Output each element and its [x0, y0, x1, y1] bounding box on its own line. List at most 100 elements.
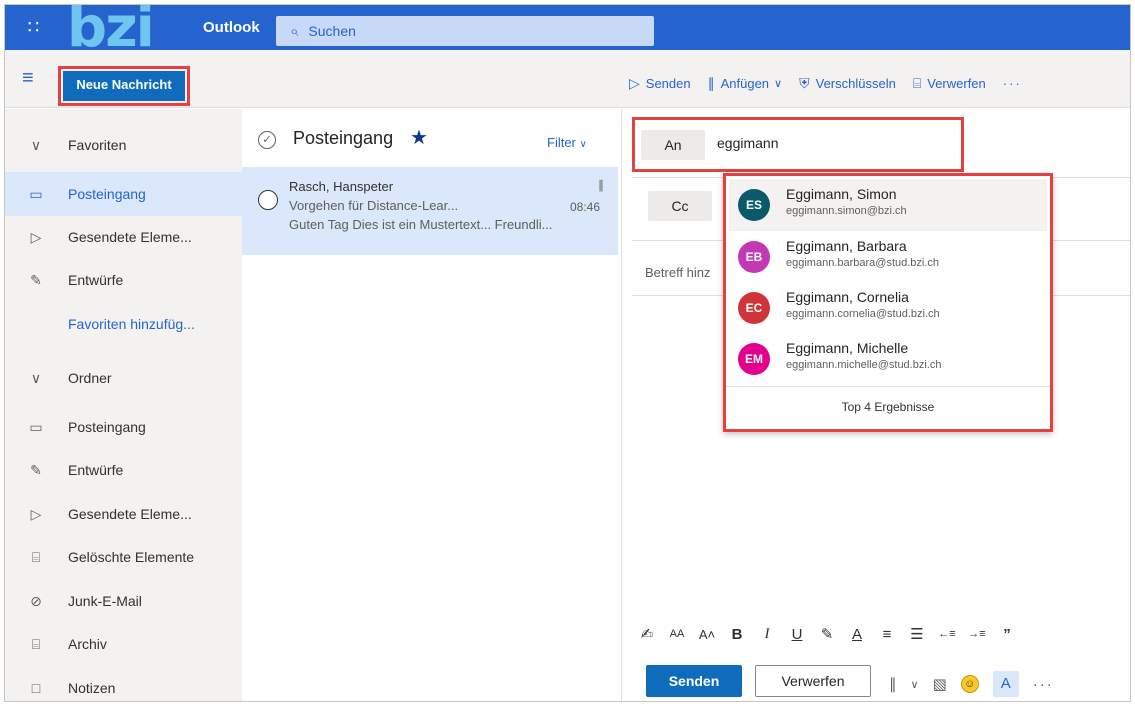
search-box[interactable]: ⌕ Suchen: [276, 16, 654, 46]
filter-button[interactable]: Filter ∨: [547, 135, 587, 150]
send-button[interactable]: Senden: [646, 665, 742, 697]
hamburger-menu-icon[interactable]: ≡: [22, 67, 34, 90]
highlight-icon[interactable]: ✎: [815, 625, 839, 643]
suggestion-name: Eggimann, Michelle: [786, 340, 909, 356]
picture-icon[interactable]: ▧: [933, 675, 947, 693]
send-icon: ▷: [30, 505, 42, 522]
new-message-button[interactable]: Neue Nachricht: [63, 71, 185, 101]
sidebar-item-inbox-favorite[interactable]: ▭ Posteingang: [5, 172, 242, 216]
sidebar-item-label: Gesendete Eleme...: [68, 229, 192, 245]
sidebar-item-label: Notizen: [68, 680, 116, 696]
bold-icon[interactable]: B: [725, 626, 749, 643]
folder-title: Posteingang: [293, 128, 394, 148]
sidebar-item-archive[interactable]: ⌸ Archiv: [5, 622, 242, 666]
select-all-check-icon[interactable]: ✓: [258, 131, 276, 149]
emoji-icon[interactable]: ☺: [960, 675, 979, 693]
app-name[interactable]: Outlook: [203, 5, 260, 50]
decrease-indent-icon[interactable]: ←≡: [935, 628, 959, 640]
send-icon: ▷: [30, 228, 42, 245]
add-favorites-link[interactable]: Favoriten hinzufüg...: [5, 302, 242, 346]
new-message-highlight: Neue Nachricht: [58, 66, 190, 106]
suggestion-item[interactable]: EB Eggimann, Barbara eggimann.barbara@st…: [729, 231, 1047, 283]
sidebar-item-label: Posteingang: [68, 419, 146, 435]
paperclip-icon[interactable]: ∥: [889, 675, 897, 693]
sidebar-item-label: Entwürfe: [68, 272, 124, 288]
chevron-down-icon: ∨: [30, 136, 42, 153]
favorites-header[interactable]: ∨ Favoriten: [5, 123, 242, 167]
command-bar: ≡ Neue Nachricht ▷ Senden ∥ Anfügen ∨ ⛨ …: [5, 50, 1130, 108]
filter-label: Filter: [547, 135, 576, 150]
quote-icon[interactable]: ”: [995, 626, 1019, 643]
numbering-icon[interactable]: ☰: [905, 625, 929, 643]
sidebar-item-sent[interactable]: ▷ Gesendete Eleme...: [5, 492, 242, 536]
attach-action-label: Anfügen: [720, 76, 770, 91]
message-row[interactable]: Rasch, Hanspeter ∥ Vorgehen für Distance…: [242, 167, 618, 255]
pencil-icon: ✎: [30, 271, 42, 288]
suggestion-email: eggimann.cornelia@stud.bzi.ch: [786, 308, 940, 320]
star-icon[interactable]: ★: [410, 125, 428, 150]
recipient-suggestions: ES Eggimann, Simon eggimann.simon@bzi.ch…: [723, 173, 1053, 432]
suggestion-item[interactable]: EM Eggimann, Michelle eggimann.michelle@…: [729, 333, 1047, 385]
avatar: EM: [738, 343, 770, 375]
italic-icon[interactable]: I: [755, 626, 779, 643]
sidebar-item-drafts[interactable]: ✎ Entwürfe: [5, 448, 242, 492]
to-button[interactable]: An: [641, 130, 705, 160]
font-color-icon[interactable]: A: [845, 626, 869, 643]
sidebar-item-label: Archiv: [68, 636, 107, 652]
message-time: 08:46: [570, 200, 601, 214]
font-size-increase-icon[interactable]: A˄: [695, 627, 719, 642]
sidebar-item-deleted[interactable]: ⌸ Gelöschte Elemente: [5, 535, 242, 579]
suggestion-email: eggimann.barbara@stud.bzi.ch: [786, 257, 940, 269]
more-options-icon[interactable]: ···: [1003, 76, 1022, 91]
suggestion-name: Eggimann, Simon: [786, 186, 897, 202]
add-favorites-label: Favoriten hinzufüg...: [68, 316, 195, 332]
inbox-icon: ▭: [29, 418, 43, 435]
waffle-icon[interactable]: ∷: [5, 5, 62, 50]
suggestion-item[interactable]: EC Eggimann, Cornelia eggimann.cornelia@…: [729, 282, 1047, 334]
attach-action[interactable]: ∥ Anfügen ∨: [708, 75, 783, 92]
to-input[interactable]: eggimann: [717, 135, 779, 151]
format-painter-icon[interactable]: ✍: [635, 625, 659, 643]
encrypt-action[interactable]: ⛨ Verschlüsseln: [799, 75, 896, 92]
cc-button[interactable]: Cc: [648, 191, 712, 221]
discard-action-label: Verwerfen: [927, 76, 986, 91]
logo: bzi: [67, 5, 155, 50]
more-options-icon[interactable]: ···: [1033, 676, 1054, 693]
inbox-icon: ▭: [29, 185, 43, 202]
message-select-radio[interactable]: [258, 190, 278, 210]
suggestion-item[interactable]: ES Eggimann, Simon eggimann.simon@bzi.ch: [729, 179, 1047, 231]
sidebar-item-junk[interactable]: ⊘ Junk-E-Mail: [5, 579, 242, 623]
folders-header-label: Ordner: [68, 370, 112, 386]
suggestion-email: eggimann.michelle@stud.bzi.ch: [786, 359, 942, 371]
suggestion-name: Eggimann, Barbara: [786, 238, 907, 254]
underline-icon[interactable]: U: [785, 626, 809, 643]
font-size-decrease-icon[interactable]: AA: [665, 628, 689, 640]
encrypt-action-label: Verschlüsseln: [815, 76, 896, 91]
avatar: EC: [738, 292, 770, 324]
message-subject: Vorgehen für Distance-Lear...: [289, 198, 459, 213]
sidebar-item-label: Gelöschte Elemente: [68, 549, 195, 565]
folders-header[interactable]: ∨ Ordner: [5, 356, 242, 400]
sidebar-item-sent-favorite[interactable]: ▷ Gesendete Eleme...: [5, 215, 242, 259]
sidebar-item-label: Junk-E-Mail: [68, 593, 142, 609]
sidebar-item-notes[interactable]: □ Notizen: [5, 666, 242, 701]
message-list: ✓ Posteingang ★ Filter ∨ Rasch, Hanspete…: [242, 109, 622, 701]
send-icon: ▷: [629, 75, 640, 91]
attachment-icon: ∥: [598, 178, 604, 192]
sidebar-item-drafts-favorite[interactable]: ✎ Entwürfe: [5, 258, 242, 302]
bullets-icon[interactable]: ≡: [875, 626, 899, 643]
chevron-down-icon: ∨: [30, 369, 42, 386]
chevron-down-icon: ∨: [774, 78, 783, 90]
discard-button[interactable]: Verwerfen: [755, 665, 871, 697]
top-bar: ∷ bzi Outlook ⌕ Suchen: [5, 5, 1130, 50]
discard-action[interactable]: ⌸ Verwerfen: [913, 75, 986, 92]
sidebar-item-label: Posteingang: [68, 186, 146, 202]
sidebar-item-inbox[interactable]: ▭ Posteingang: [5, 405, 242, 449]
archive-icon: ⌸: [31, 635, 41, 652]
message-list-header: ✓ Posteingang ★ Filter ∨: [242, 109, 621, 167]
subject-input[interactable]: Betreff hinz: [645, 265, 711, 280]
chevron-down-icon[interactable]: ∨: [911, 678, 919, 691]
send-action[interactable]: ▷ Senden: [629, 75, 691, 92]
format-toggle-icon[interactable]: A: [992, 671, 1019, 697]
increase-indent-icon[interactable]: →≡: [965, 628, 989, 640]
